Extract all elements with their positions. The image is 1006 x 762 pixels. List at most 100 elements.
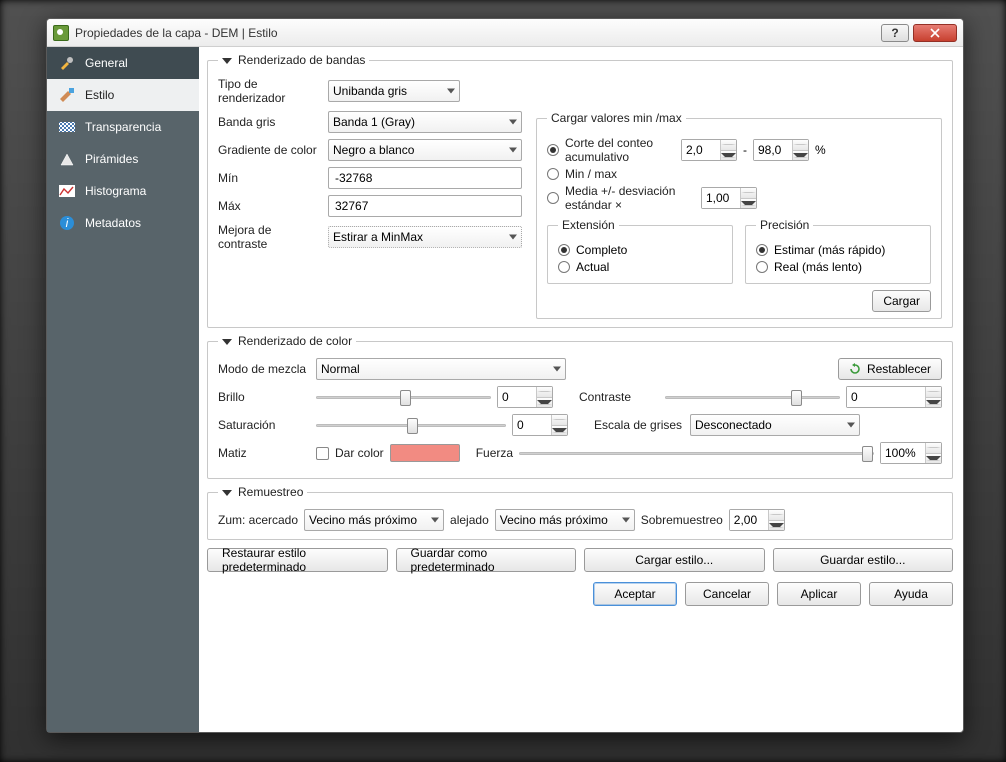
undo-icon xyxy=(849,363,861,375)
info-icon: i xyxy=(57,215,77,231)
brush-icon xyxy=(57,87,77,103)
radio-icon xyxy=(547,144,559,156)
chevron-down-icon xyxy=(509,148,517,153)
cumulative-lo-spin[interactable] xyxy=(681,139,737,161)
brightness-spin[interactable] xyxy=(497,386,553,408)
svg-text:i: i xyxy=(66,216,69,230)
radio-precision-estimate[interactable]: Estimar (más rápido) xyxy=(756,243,920,257)
sidebar-item-label: Pirámides xyxy=(85,152,138,166)
sidebar-item-label: Histograma xyxy=(85,184,146,198)
sidebar-item-transparencia[interactable]: Transparencia xyxy=(47,111,199,143)
help-action-button[interactable]: Ayuda xyxy=(869,582,953,606)
oversample-label: Sobremuestreo xyxy=(641,513,723,527)
radio-icon xyxy=(547,192,559,204)
max-label: Máx xyxy=(218,199,322,213)
save-style-button[interactable]: Guardar estilo... xyxy=(773,548,954,572)
group-band-rendering: Renderizado de bandas Tipo de renderizad… xyxy=(207,53,953,328)
grayscale-label: Escala de grises xyxy=(594,418,684,432)
gray-band-combo[interactable]: Banda 1 (Gray) xyxy=(328,111,522,133)
window-title: Propiedades de la capa - DEM | Estilo xyxy=(75,26,278,40)
strength-slider[interactable] xyxy=(519,444,874,462)
chevron-down-icon xyxy=(509,235,517,240)
sidebar-item-histograma[interactable]: Histograma xyxy=(47,175,199,207)
colorize-checkbox[interactable] xyxy=(316,447,329,460)
radio-extent-full[interactable]: Completo xyxy=(558,243,722,257)
zoom-out-combo[interactable]: Vecino más próximo xyxy=(495,509,635,531)
group-legend[interactable]: Renderizado de bandas xyxy=(218,53,369,67)
chevron-down-icon xyxy=(847,423,855,428)
group-legend[interactable]: Renderizado de color xyxy=(218,334,356,348)
contrast-combo[interactable]: Estirar a MinMax xyxy=(328,226,522,248)
restore-default-style-button[interactable]: Restaurar estilo predeterminado xyxy=(207,548,388,572)
radio-minmax[interactable]: Min / max xyxy=(547,167,931,181)
sidebar-item-general[interactable]: General xyxy=(47,47,199,79)
gray-band-label: Banda gris xyxy=(218,115,322,129)
min-input[interactable] xyxy=(328,167,522,189)
histogram-icon xyxy=(57,183,77,199)
group-precision: Precisión Estimar (más rápido) Real (más… xyxy=(745,218,931,284)
contrast-spin[interactable] xyxy=(846,386,942,408)
blend-mode-label: Modo de mezcla xyxy=(218,362,310,376)
chevron-down-icon xyxy=(222,58,232,64)
blend-mode-combo[interactable]: Normal xyxy=(316,358,566,380)
renderer-type-combo[interactable]: Unibanda gris xyxy=(328,80,460,102)
sidebar-item-piramides[interactable]: Pirámides xyxy=(47,143,199,175)
group-extent: Extensión Completo Actual xyxy=(547,218,733,284)
close-button[interactable] xyxy=(913,24,957,42)
radio-precision-real[interactable]: Real (más lento) xyxy=(756,260,920,274)
app-icon xyxy=(53,25,69,41)
zoom-in-label: Zum: acercado xyxy=(218,513,298,527)
strength-label: Fuerza xyxy=(476,446,513,460)
ok-button[interactable]: Aceptar xyxy=(593,582,677,606)
group-legend[interactable]: Remuestreo xyxy=(218,485,307,499)
sidebar-item-label: Transparencia xyxy=(85,120,161,134)
hue-label: Matiz xyxy=(218,446,310,460)
chevron-down-icon xyxy=(222,490,232,496)
brightness-slider[interactable] xyxy=(316,388,491,406)
load-style-button[interactable]: Cargar estilo... xyxy=(584,548,765,572)
zoom-in-combo[interactable]: Vecino más próximo xyxy=(304,509,444,531)
gradient-combo[interactable]: Negro a blanco xyxy=(328,139,522,161)
oversample-spin[interactable] xyxy=(729,509,785,531)
radio-icon xyxy=(547,168,559,180)
chevron-down-icon xyxy=(509,120,517,125)
sidebar-item-estilo[interactable]: Estilo xyxy=(47,79,199,111)
colorize-color[interactable] xyxy=(390,444,460,462)
sidebar-item-metadatos[interactable]: i Metadatos xyxy=(47,207,199,239)
saturation-spin[interactable] xyxy=(512,414,568,436)
cancel-button[interactable]: Cancelar xyxy=(685,582,769,606)
content-pane: Renderizado de bandas Tipo de renderizad… xyxy=(199,47,963,732)
renderer-type-label: Tipo de renderizador xyxy=(218,77,322,105)
chevron-down-icon xyxy=(622,518,630,523)
cumulative-hi-spin[interactable] xyxy=(753,139,809,161)
contrast-slider[interactable] xyxy=(665,388,840,406)
chevron-down-icon xyxy=(553,367,561,372)
radio-extent-current[interactable]: Actual xyxy=(558,260,722,274)
sidebar-item-label: Estilo xyxy=(85,88,114,102)
group-load-minmax: Cargar valores min /max Corte del conteo… xyxy=(536,111,942,319)
group-color-rendering: Renderizado de color Modo de mezcla Norm… xyxy=(207,334,953,479)
load-button[interactable]: Cargar xyxy=(872,290,931,312)
titlebar[interactable]: Propiedades de la capa - DEM | Estilo xyxy=(47,19,963,47)
apply-button[interactable]: Aplicar xyxy=(777,582,861,606)
radio-stddev[interactable]: Media +/- desviación estándar × xyxy=(547,184,931,212)
gradient-label: Gradiente de color xyxy=(218,143,322,157)
strength-spin[interactable] xyxy=(880,442,942,464)
saturation-slider[interactable] xyxy=(316,416,506,434)
sidebar: General Estilo Transparencia Pirámides H… xyxy=(47,47,199,732)
contrast2-label: Contraste xyxy=(579,390,659,404)
brightness-label: Brillo xyxy=(218,390,310,404)
pyramid-icon xyxy=(57,151,77,167)
radio-cumulative[interactable]: Corte del conteo acumulativo - % xyxy=(547,136,931,164)
sidebar-item-label: General xyxy=(85,56,128,70)
reset-button[interactable]: Restablecer xyxy=(838,358,942,380)
dialog-window: Propiedades de la capa - DEM | Estilo Ge… xyxy=(46,18,964,733)
max-input[interactable] xyxy=(328,195,522,217)
stddev-spin[interactable] xyxy=(701,187,757,209)
save-as-default-button[interactable]: Guardar como predeterminado xyxy=(396,548,577,572)
grayscale-combo[interactable]: Desconectado xyxy=(690,414,860,436)
transparency-icon xyxy=(57,119,77,135)
chevron-down-icon xyxy=(447,89,455,94)
colorize-label: Dar color xyxy=(335,446,384,460)
help-button[interactable] xyxy=(881,24,909,42)
